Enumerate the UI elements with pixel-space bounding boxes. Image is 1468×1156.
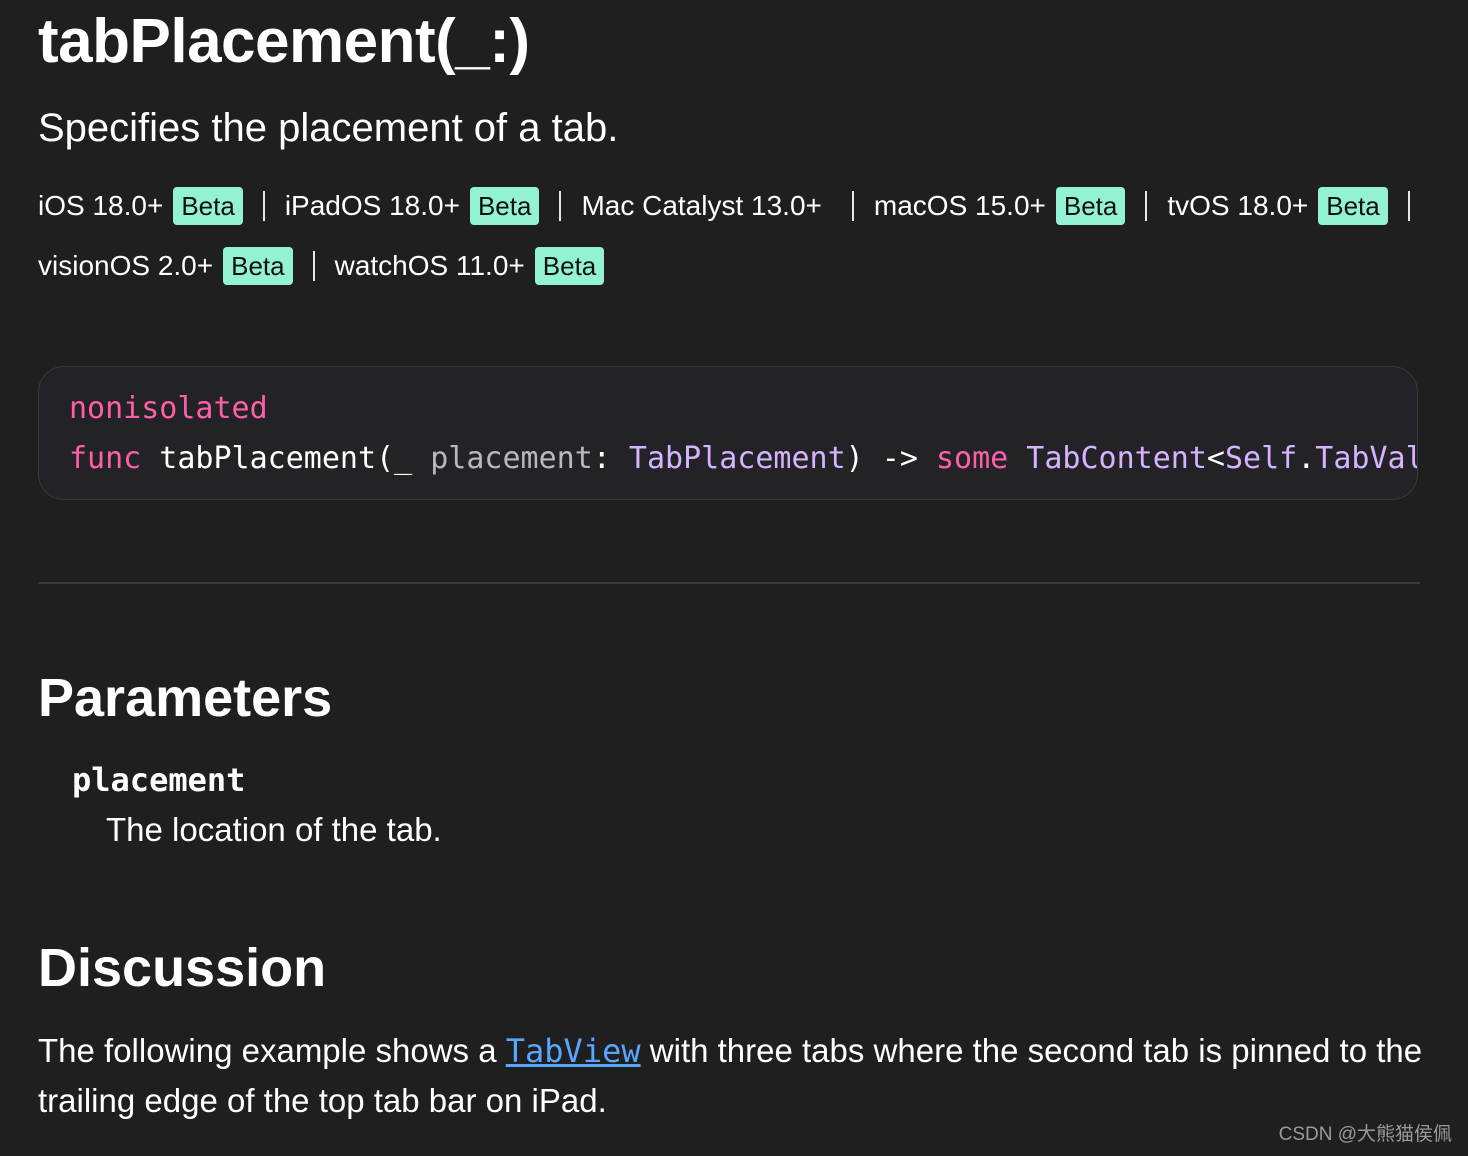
platform-name: watchOS 11.0+ xyxy=(334,250,525,281)
platform-name: tvOS 18.0+ xyxy=(1167,190,1309,221)
code-assoc-type[interactable]: TabVal xyxy=(1315,441,1417,476)
code-function-name: tabPlacement(_ xyxy=(141,441,431,476)
beta-badge: Beta xyxy=(173,187,243,225)
platform-ios: iOS 18.0+ Beta xyxy=(38,187,243,225)
code-return-type[interactable]: TabContent xyxy=(1026,441,1207,476)
beta-badge: Beta xyxy=(1318,187,1388,225)
platform-visionos: visionOS 2.0+ Beta xyxy=(38,247,293,285)
separator xyxy=(312,251,315,281)
tabview-link[interactable]: TabView xyxy=(506,1032,641,1070)
platform-row-1: iOS 18.0+ Beta iPadOS 18.0+ Beta Mac Cat… xyxy=(38,182,1438,230)
code-param-label: placement xyxy=(430,441,593,476)
platform-ipados: iPadOS 18.0+ Beta xyxy=(285,187,540,225)
beta-badge: Beta xyxy=(469,187,540,225)
code-self-type: Self xyxy=(1224,441,1298,476)
watermark: CSDN @大熊猫侯佩 xyxy=(1278,1124,1452,1145)
discussion-text-before: The following example shows a xyxy=(38,1032,506,1069)
platform-watchos: watchOS 11.0+ Beta xyxy=(335,247,605,285)
platform-name: Mac Catalyst 13.0+ xyxy=(581,190,822,221)
separator xyxy=(262,191,265,221)
beta-badge: Beta xyxy=(223,247,293,285)
code-lt: < xyxy=(1206,441,1225,476)
code-param-type[interactable]: TabPlacement xyxy=(629,441,846,476)
parameter-description: The location of the tab. xyxy=(106,811,442,848)
separator xyxy=(1145,191,1148,221)
abstract: Specifies the placement of a tab. xyxy=(38,106,619,150)
code-line-1: nonisolated xyxy=(69,389,268,429)
parameter-name: placement xyxy=(72,761,246,799)
platform-availability: iOS 18.0+ Beta iPadOS 18.0+ Beta Mac Cat… xyxy=(38,182,1438,302)
platform-tvos: tvOS 18.0+ Beta xyxy=(1167,187,1388,225)
separator xyxy=(851,191,854,221)
code-attribute: nonisolated xyxy=(69,391,268,426)
code-keyword-func: func xyxy=(69,441,142,476)
page-title: tabPlacement(_:) xyxy=(38,7,530,76)
platform-name: visionOS 2.0+ xyxy=(38,250,214,281)
discussion-heading: Discussion xyxy=(38,938,327,998)
platform-name: iPadOS 18.0+ xyxy=(284,190,460,221)
code-dot: . xyxy=(1297,441,1316,476)
declaration-code-block[interactable]: nonisolated func tabPlacement(_ placemen… xyxy=(38,366,1418,500)
platform-row-2: visionOS 2.0+ Beta watchOS 11.0+ Beta xyxy=(38,242,1438,290)
code-keyword-some: some xyxy=(935,441,1009,476)
code-line-2: func tabPlacement(_ placement: TabPlacem… xyxy=(69,439,1417,479)
separator xyxy=(1407,191,1410,221)
platform-name: iOS 18.0+ xyxy=(38,190,164,221)
code-colon: : xyxy=(592,441,629,476)
code-arrow: ) -> xyxy=(845,441,936,476)
parameters-heading: Parameters xyxy=(38,668,333,728)
separator xyxy=(559,191,562,221)
section-divider xyxy=(38,582,1420,584)
beta-badge: Beta xyxy=(1055,187,1126,225)
platform-macos: macOS 15.0+ Beta xyxy=(873,187,1126,225)
beta-badge: Beta xyxy=(534,247,605,285)
platform-mac-catalyst: Mac Catalyst 13.0+ xyxy=(581,190,831,222)
platform-name: macOS 15.0+ xyxy=(873,190,1046,221)
discussion-paragraph: The following example shows a TabView wi… xyxy=(38,1026,1438,1126)
